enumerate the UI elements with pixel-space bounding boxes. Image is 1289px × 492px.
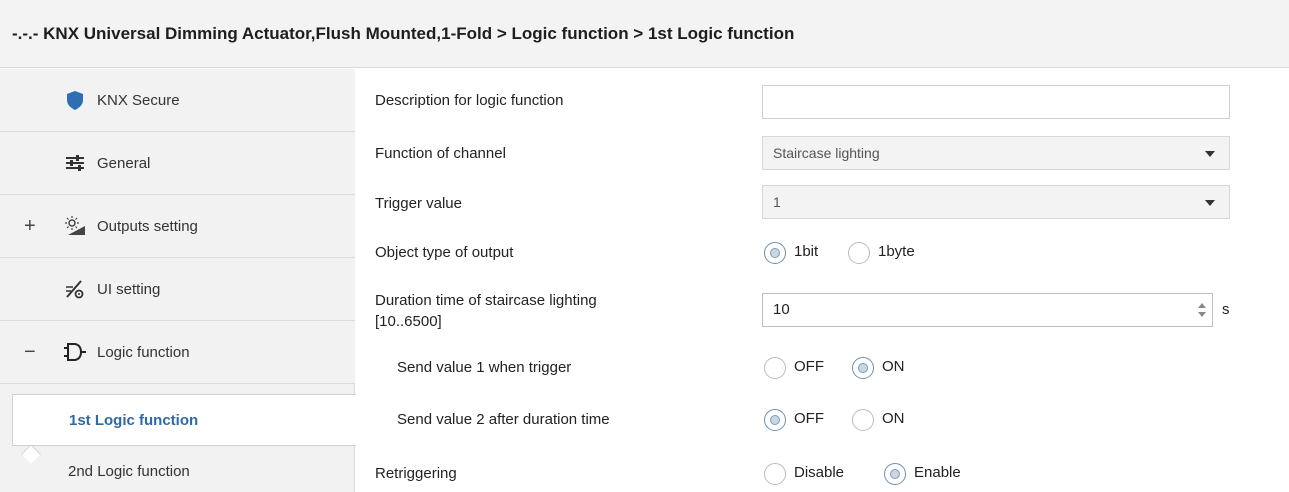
sidebar-item-label: Outputs setting: [97, 218, 198, 235]
duration-label-line2: [10..6500]: [375, 313, 442, 330]
trigger-value-label: Trigger value: [375, 195, 462, 212]
sidebar-item-label: KNX Secure: [97, 92, 180, 109]
sidebar-item-logic-function[interactable]: − Logic function: [0, 321, 355, 384]
description-label: Description for logic function: [375, 92, 564, 109]
sidebar-item-label: UI setting: [97, 281, 161, 298]
sidebar-item-general[interactable]: General: [0, 132, 355, 195]
send-value-2-label: Send value 2 after duration time: [397, 411, 610, 428]
sidebar-item-outputs-setting[interactable]: + Outputs setting: [0, 195, 355, 258]
sidebar-item-label: Logic function: [97, 344, 190, 361]
duration-unit: s: [1222, 301, 1230, 318]
sidebar-item-label: General: [97, 155, 151, 172]
sidebar-item-knx-secure[interactable]: KNX Secure: [0, 69, 355, 132]
sidebar-subitem-2nd-logic-function[interactable]: 2nd Logic function: [12, 446, 352, 492]
chevron-down-icon: [1205, 151, 1215, 157]
duration-label-line1: Duration time of staircase lighting: [375, 292, 597, 309]
breadcrumb-title: -.-.- KNX Universal Dimming Actuator,Flu…: [12, 24, 795, 43]
sidebar-item-ui-setting[interactable]: UI setting: [0, 258, 355, 321]
send-value-1-label: Send value 1 when trigger: [397, 359, 572, 376]
sidebar: KNX Secure General + Outputs setting UI …: [0, 69, 356, 492]
logic-gate-icon: [64, 343, 86, 361]
trigger-value-select[interactable]: 1: [762, 185, 1230, 219]
sliders-icon: [66, 155, 84, 171]
expand-icon[interactable]: +: [24, 195, 36, 258]
shield-icon: [67, 91, 83, 110]
dimmer-lamp-icon: [65, 216, 85, 235]
window-title-bar: -.-.- KNX Universal Dimming Actuator,Flu…: [0, 0, 1289, 68]
function-of-channel-label: Function of channel: [375, 145, 506, 162]
sidebar-subitem-1st-logic-function[interactable]: 1st Logic function: [12, 394, 356, 446]
retriggering-label: Retriggering: [375, 465, 457, 482]
function-of-channel-select[interactable]: Staircase lighting: [762, 136, 1230, 170]
spin-down-icon[interactable]: [1198, 312, 1206, 317]
object-type-label: Object type of output: [375, 244, 514, 261]
description-input[interactable]: [762, 85, 1230, 119]
chevron-down-icon: [1205, 200, 1215, 206]
duration-spinbox[interactable]: 10: [762, 293, 1213, 327]
ui-settings-icon: [66, 280, 84, 299]
collapse-icon[interactable]: −: [24, 321, 36, 384]
spin-up-icon[interactable]: [1198, 303, 1206, 308]
